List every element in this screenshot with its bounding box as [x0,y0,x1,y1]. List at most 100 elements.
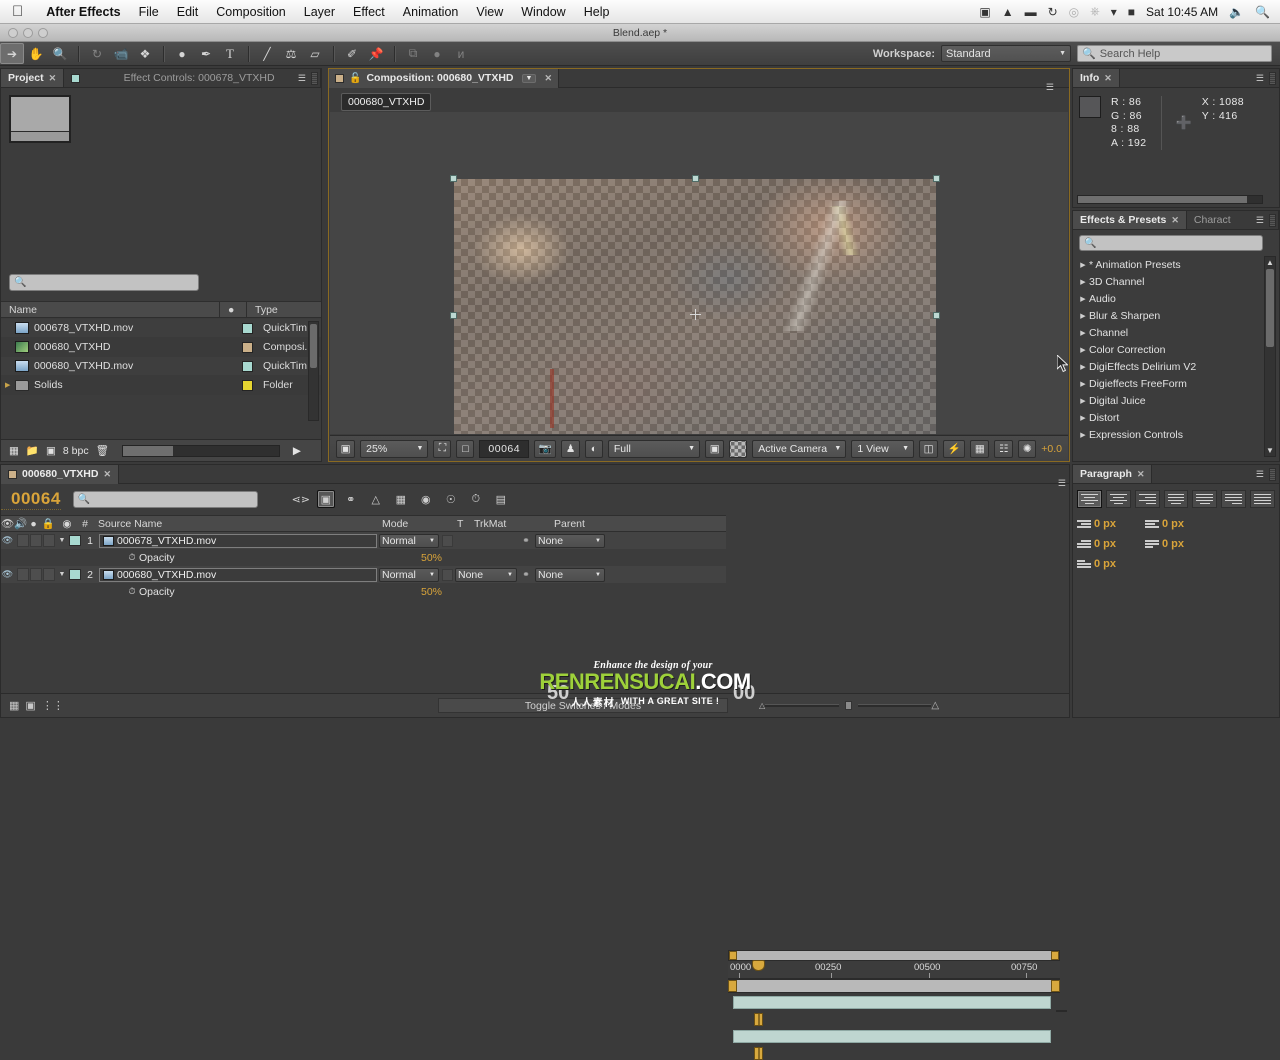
layer-switch-boxes[interactable] [17,534,55,547]
list-item[interactable]: ▶ Color Correction [1077,341,1263,358]
roto-brush-tool[interactable]: ✐ [340,43,364,64]
video-toggle-icon[interactable]: 👁 [1,535,14,546]
apple-logo-icon[interactable]:  [12,4,23,19]
pan-behind-tool[interactable]: ❖ [133,43,157,64]
view-layout-select[interactable]: 1 View ▼ [851,439,915,458]
property-name[interactable]: Opacity [139,552,421,564]
label-color-swatch[interactable] [242,322,253,334]
selection-handle[interactable] [692,175,699,182]
timeline-ruler[interactable]: 0000 00250 00500 00750 [728,961,1060,979]
effects-search-input[interactable]: 🔍 [1079,235,1263,251]
sync-icon[interactable]: ↻ [1048,5,1058,19]
layer-source-name[interactable]: 000678_VTXHD.mov [99,533,377,548]
label-color-swatch[interactable] [242,360,253,372]
list-item[interactable]: ▶ Digieffects FreeForm [1077,375,1263,392]
camera-tool[interactable]: 📹 [109,43,133,64]
tab-effect-controls[interactable]: Effect Controls: 000678_VTXHD [64,69,321,87]
layer-switch-boxes[interactable] [17,568,55,581]
table-row[interactable]: ⏱ Opacity 50% [1,583,726,600]
justify-all-icon[interactable] [1250,490,1276,508]
layer-clip-bar[interactable] [733,996,1051,1009]
clock[interactable]: Sat 10:45 AM [1146,5,1218,19]
keyframe-marker[interactable] [754,1013,763,1026]
project-horizontal-scrollbar[interactable] [121,444,280,457]
exposure-reset-icon[interactable]: ✺ [1018,439,1037,458]
timeline-current-time[interactable]: 00064 [1,489,61,510]
work-area-bar[interactable] [728,979,1060,993]
preserve-transparency-toggle[interactable] [439,568,455,581]
panel-menu-icon[interactable]: ☰ [1256,469,1264,480]
space-after-field[interactable]: 0 px [1077,558,1145,570]
battery-icon[interactable]: ■ [1128,5,1135,19]
column-type[interactable]: Type [247,304,278,316]
current-timecode[interactable]: 00064 [479,439,530,458]
work-area-start-handle[interactable] [728,980,737,992]
scroll-right-icon[interactable]: ▶ [293,445,321,457]
zoom-in-icon[interactable]: △ [931,700,939,711]
tab-effects-presets[interactable]: Effects & Presets ✕ [1073,211,1187,229]
disclosure-triangle-icon[interactable]: ▶ [1077,380,1089,388]
space-before-field[interactable]: 0 px [1145,538,1213,550]
tab-paragraph[interactable]: Paragraph ✕ [1073,465,1153,483]
justify-last-center-icon[interactable] [1192,490,1218,508]
show-snapshot-icon[interactable]: ♟ [561,439,580,458]
channel-rgb-icon[interactable]: ◐ [584,439,603,458]
airplay-icon[interactable]: ▲ [1002,5,1014,19]
disclosure-triangle-icon[interactable]: ▼ [55,571,69,578]
exposure-value[interactable]: +0.0 [1041,443,1062,455]
volume-icon[interactable]: 🔈 [1229,5,1244,19]
tab-timeline-composition[interactable]: 000680_VTXHD ✕ [1,464,120,484]
panel-menu-icon[interactable]: ☰ [1256,73,1264,84]
disclosure-triangle-icon[interactable]: ▶ [1077,312,1089,320]
close-icon[interactable]: ✕ [1104,73,1112,84]
timeline-vertical-scrollbar[interactable] [1056,1010,1067,1012]
disclosure-triangle-icon[interactable]: ▶ [1077,295,1089,303]
cti-handle[interactable] [752,960,765,971]
layer-parent-select[interactable]: None ▼ [535,533,605,548]
indent-left-field[interactable]: 0 px [1077,518,1145,530]
close-icon[interactable]: ✕ [49,73,57,84]
graph-editor-icon[interactable]: ☉ [442,490,460,508]
menu-animation[interactable]: Animation [394,0,468,24]
panel-grip[interactable] [1269,214,1276,227]
new-composition-icon[interactable]: ▦ [9,445,19,457]
column-t[interactable]: T [457,518,474,530]
list-item[interactable]: ▶ * Animation Presets [1077,256,1263,273]
layer-mode-select[interactable]: Normal ▼ [379,567,439,582]
chevron-down-icon[interactable]: ▼ [521,73,537,83]
wifi-icon[interactable]: ▾ [1111,5,1117,19]
align-center-icon[interactable] [1105,490,1131,508]
layer-source-name[interactable]: 000680_VTXHD.mov [99,567,377,582]
hide-shy-layers-icon[interactable]: ⚭ [342,490,360,508]
screen-record-icon[interactable]: ▣ [979,5,990,19]
region-toggle-icon[interactable]: ▣ [705,439,725,458]
selection-handle[interactable] [933,175,940,182]
list-item[interactable]: ▶ Audio [1077,290,1263,307]
label-color-swatch[interactable] [242,379,253,391]
menu-composition[interactable]: Composition [207,0,294,24]
fast-previews-icon[interactable]: ⚡ [943,439,966,458]
brush-tool[interactable]: ╱ [255,43,279,64]
label-color-swatch[interactable] [242,341,253,353]
auto-keyframe-icon[interactable]: ⏱ [467,490,485,508]
disclosure-triangle-icon[interactable]: ▶ [1077,363,1089,371]
layer-trkmat-select[interactable]: None ▼ [455,567,517,582]
parent-pickwhip-icon[interactable]: ⚭ [517,535,535,546]
disclosure-triangle-icon[interactable]: ▶ [5,381,10,389]
first-line-indent-field[interactable]: 0 px [1077,538,1145,550]
column-source-name[interactable]: Source Name [92,518,382,530]
close-icon[interactable]: ✕ [1171,215,1179,226]
panel-grip[interactable] [1269,72,1276,85]
brainstorm-icon[interactable]: ◉ [417,490,435,508]
workspace-select[interactable]: Standard ▼ [941,45,1071,62]
composition-viewport[interactable] [330,112,1068,434]
tab-info[interactable]: Info ✕ [1073,69,1120,87]
interpret-footage-icon[interactable]: ▣ [46,445,56,457]
composition-name-chip[interactable]: 000680_VTXHD [341,93,432,111]
transfer-controls-icon[interactable]: ⋮⋮ [42,699,64,712]
disclosure-triangle-icon[interactable]: ▶ [1077,431,1089,439]
search-help-field[interactable]: 🔍 Search Help [1077,45,1272,62]
scroll-up-icon[interactable]: ▲ [1266,257,1274,268]
menu-window[interactable]: Window [512,0,574,24]
bit-depth-label[interactable]: 8 bpc [63,445,89,457]
